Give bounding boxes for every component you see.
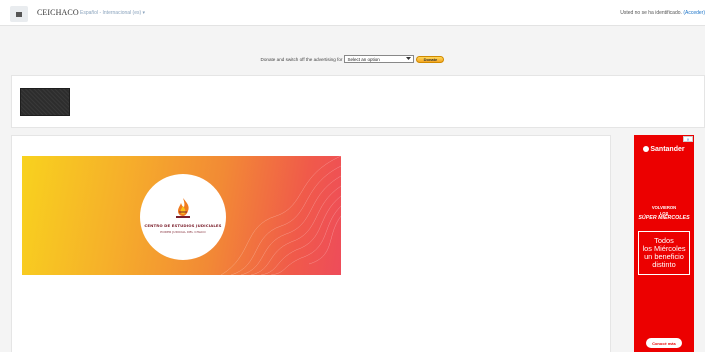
login-status-text: Usted no se ha identificado. — [620, 10, 684, 16]
ad-cta-button[interactable]: Conocé más — [646, 338, 682, 348]
donate-option-select[interactable]: Select an option — [344, 55, 415, 63]
ad-promo-box: Todos los Miércoles un beneficio distint… — [638, 231, 690, 275]
course-banner-image: CENTRO DE ESTUDIOS JUDICIALES PODER JUDI… — [22, 156, 341, 275]
header-card — [11, 75, 705, 128]
emblem-subtitle: PODER JUDICIAL DEL CHACO — [160, 229, 206, 234]
login-status: Usted no se ha identificado. (Acceder) — [620, 10, 705, 16]
menu-toggle-button[interactable] — [10, 6, 28, 22]
ad-headline: SÚPER MIÉRCOLES — [638, 215, 690, 221]
donate-bar: Donate and switch off the advertising fo… — [0, 55, 705, 67]
site-brand[interactable]: CEICHACO — [37, 8, 79, 17]
institution-emblem: CENTRO DE ESTUDIOS JUDICIALES PODER JUDI… — [140, 174, 226, 260]
chevron-down-icon — [406, 57, 412, 60]
ad-brand-logo: Santander — [634, 146, 694, 153]
language-selector[interactable]: Español - Internacional (es) ▾ — [80, 10, 145, 16]
flame-icon — [176, 197, 190, 218]
top-navbar: CEICHACO Español - Internacional (es) ▾ … — [0, 0, 705, 26]
login-link[interactable]: (Acceder) — [683, 10, 705, 16]
site-logo[interactable] — [20, 88, 70, 116]
hamburger-icon — [16, 11, 22, 17]
donate-button[interactable]: Donate — [416, 55, 445, 63]
main-content-card: CENTRO DE ESTUDIOS JUDICIALES PODER JUDI… — [11, 135, 611, 352]
emblem-title: CENTRO DE ESTUDIOS JUDICIALES — [144, 222, 222, 228]
ad-brand-name: Santander — [650, 146, 685, 153]
donate-select-value: Select an option — [347, 56, 380, 62]
ad-close-button[interactable]: ✕ — [683, 136, 693, 142]
donate-text: Donate and switch off the advertising fo… — [260, 56, 343, 62]
flame-icon — [643, 146, 650, 153]
sidebar-advertisement[interactable]: ✕ Santander VOLVIERON LOS SÚPER MIÉRCOLE… — [634, 135, 694, 352]
